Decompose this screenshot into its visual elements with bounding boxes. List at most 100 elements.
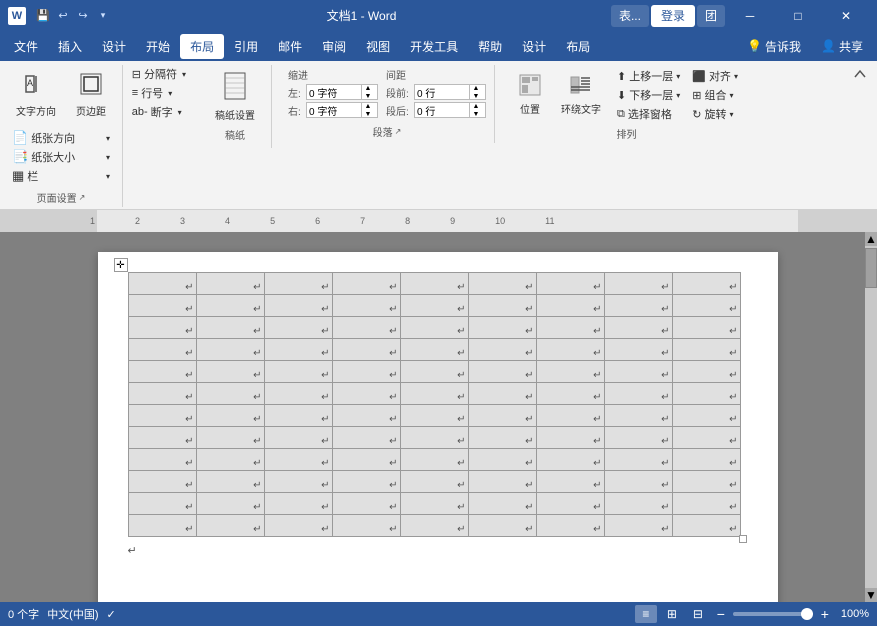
table-cell[interactable]: ↵ xyxy=(332,361,400,383)
table-cell[interactable]: ↵ xyxy=(332,449,400,471)
table-cell[interactable]: ↵ xyxy=(196,471,264,493)
table-cell[interactable]: ↵ xyxy=(672,405,740,427)
table-cell[interactable]: ↵ xyxy=(604,471,672,493)
table-cell[interactable]: ↵ xyxy=(332,273,400,295)
table-cell[interactable]: ↵ xyxy=(672,493,740,515)
table-cell[interactable]: ↵ xyxy=(196,449,264,471)
table-cell[interactable]: ↵ xyxy=(536,361,604,383)
menu-start[interactable]: 开始 xyxy=(136,34,180,59)
table-cell[interactable]: ↵ xyxy=(400,317,468,339)
indent-right-input[interactable] xyxy=(307,103,361,117)
menu-developer[interactable]: 开发工具 xyxy=(400,34,468,59)
scroll-thumb[interactable] xyxy=(865,248,877,288)
table-cell[interactable]: ↵ xyxy=(672,295,740,317)
table-cell[interactable]: ↵ xyxy=(468,405,536,427)
table-button[interactable]: 表... xyxy=(611,5,649,27)
zoom-plus-button[interactable]: + xyxy=(817,606,833,622)
save-button[interactable]: 💾 xyxy=(34,7,52,25)
draft-group-label[interactable]: 稿纸 xyxy=(207,124,263,144)
text-direction-button[interactable]: A 文字方向 xyxy=(8,65,64,125)
table-cell[interactable]: ↵ xyxy=(128,471,196,493)
collapse-ribbon-button[interactable] xyxy=(851,65,869,86)
table-cell[interactable]: ↵ xyxy=(468,361,536,383)
table-cell[interactable]: ↵ xyxy=(400,361,468,383)
table-cell[interactable]: ↵ xyxy=(468,317,536,339)
table-cell[interactable]: ↵ xyxy=(196,295,264,317)
paragraph-group-label[interactable]: 段落 ↗ xyxy=(288,121,486,141)
document-area[interactable]: ▲ ▼ ✛ ↵↵↵↵↵↵↵↵↵↵↵↵↵↵↵↵↵↵↵↵↵↵↵↵↵↵↵↵↵↵↵↵↵↵… xyxy=(0,232,877,602)
table-cell[interactable]: ↵ xyxy=(468,383,536,405)
table-cell[interactable]: ↵ xyxy=(604,361,672,383)
table-cell[interactable]: ↵ xyxy=(128,317,196,339)
table-cell[interactable]: ↵ xyxy=(604,515,672,537)
group-button[interactable]: 团 xyxy=(697,5,725,27)
table-cell[interactable]: ↵ xyxy=(400,449,468,471)
table-cell[interactable]: ↵ xyxy=(264,383,332,405)
menu-references[interactable]: 引用 xyxy=(224,34,268,59)
table-cell[interactable]: ↵ xyxy=(536,493,604,515)
view-read-button[interactable]: ⊟ xyxy=(687,605,709,623)
table-cell[interactable]: ↵ xyxy=(468,273,536,295)
menu-table-layout[interactable]: 布局 xyxy=(556,34,600,59)
table-cell[interactable]: ↵ xyxy=(536,515,604,537)
indent-left-input[interactable] xyxy=(307,85,361,99)
table-cell[interactable]: ↵ xyxy=(332,317,400,339)
table-cell[interactable]: ↵ xyxy=(468,515,536,537)
table-cell[interactable]: ↵ xyxy=(400,295,468,317)
view-print-button[interactable]: ≡ xyxy=(635,605,657,623)
table-cell[interactable]: ↵ xyxy=(332,493,400,515)
table-cell[interactable]: ↵ xyxy=(196,273,264,295)
menu-help[interactable]: 帮助 xyxy=(468,34,512,59)
table-cell[interactable]: ↵ xyxy=(604,383,672,405)
table-cell[interactable]: ↵ xyxy=(536,317,604,339)
spacing-after-down[interactable]: ▼ xyxy=(470,110,482,118)
menu-layout[interactable]: 布局 xyxy=(180,34,224,59)
draft-setup-button[interactable]: 稿纸设置 xyxy=(207,69,263,124)
minimize-button[interactable]: ─ xyxy=(727,0,773,31)
table-cell[interactable]: ↵ xyxy=(196,515,264,537)
table-cell[interactable]: ↵ xyxy=(264,515,332,537)
table-cell[interactable]: ↵ xyxy=(468,493,536,515)
line-numbers-button[interactable]: ≡ 行号 ▾ xyxy=(128,84,190,102)
table-cell[interactable]: ↵ xyxy=(672,339,740,361)
spacing-before-down[interactable]: ▼ xyxy=(470,92,482,100)
table-cell[interactable]: ↵ xyxy=(604,493,672,515)
table-cell[interactable]: ↵ xyxy=(264,273,332,295)
table-cell[interactable]: ↵ xyxy=(332,405,400,427)
table-cell[interactable]: ↵ xyxy=(332,383,400,405)
table-cell[interactable]: ↵ xyxy=(604,339,672,361)
table-cell[interactable]: ↵ xyxy=(332,471,400,493)
table-cell[interactable]: ↵ xyxy=(672,361,740,383)
zoom-minus-button[interactable]: − xyxy=(713,606,729,622)
table-cell[interactable]: ↵ xyxy=(400,405,468,427)
table-cell[interactable]: ↵ xyxy=(128,383,196,405)
undo-button[interactable]: ↩ xyxy=(54,7,72,25)
menu-insert[interactable]: 插入 xyxy=(48,34,92,59)
table-cell[interactable]: ↵ xyxy=(196,427,264,449)
menu-file[interactable]: 文件 xyxy=(4,34,48,59)
table-cell[interactable]: ↵ xyxy=(128,339,196,361)
table-cell[interactable]: ↵ xyxy=(672,515,740,537)
table-cell[interactable]: ↵ xyxy=(400,515,468,537)
table-cell[interactable]: ↵ xyxy=(264,405,332,427)
table-cell[interactable]: ↵ xyxy=(196,339,264,361)
table-cell[interactable]: ↵ xyxy=(536,449,604,471)
table-cell[interactable]: ↵ xyxy=(128,515,196,537)
menu-design[interactable]: 设计 xyxy=(92,34,136,59)
table-cell[interactable]: ↵ xyxy=(536,383,604,405)
align-button[interactable]: ⬛ 对齐 ▾ xyxy=(688,67,742,85)
table-cell[interactable]: ↵ xyxy=(536,471,604,493)
table-cell[interactable]: ↵ xyxy=(264,471,332,493)
maximize-button[interactable]: □ xyxy=(775,0,821,31)
paper-size-button[interactable]: 📑 纸张大小 ▾ xyxy=(8,148,114,166)
table-cell[interactable]: ↵ xyxy=(128,427,196,449)
hyphenation-button[interactable]: ab- 断字 ▾ xyxy=(128,103,190,121)
table-cell[interactable]: ↵ xyxy=(128,273,196,295)
table-cell[interactable]: ↵ xyxy=(332,295,400,317)
table-cell[interactable]: ↵ xyxy=(332,515,400,537)
table-cell[interactable]: ↵ xyxy=(536,427,604,449)
wrap-text-button[interactable]: 环绕文字 xyxy=(553,67,609,122)
table-cell[interactable]: ↵ xyxy=(400,427,468,449)
margins-button[interactable]: 页边距 xyxy=(68,65,114,125)
table-cell[interactable]: ↵ xyxy=(604,295,672,317)
